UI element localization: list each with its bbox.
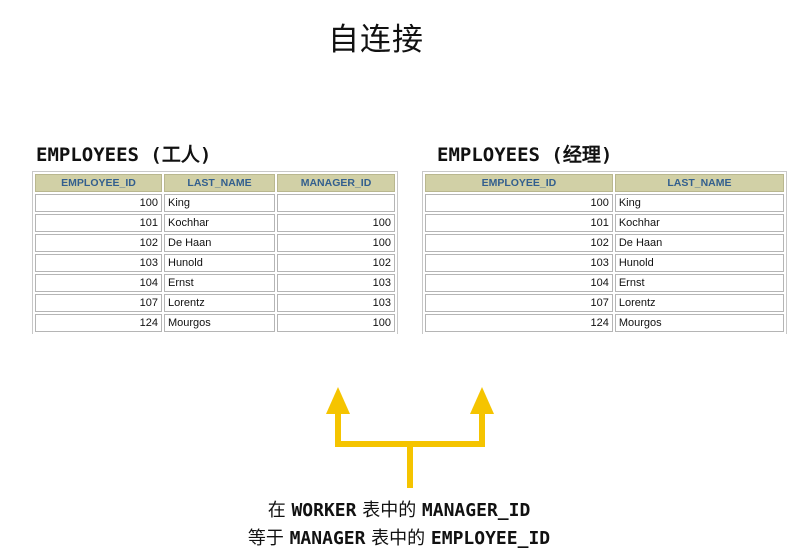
caption-column-name: EMPLOYEE_ID (430, 528, 551, 549)
caption-text: 在 (267, 500, 292, 521)
join-connector-arrows (326, 387, 494, 488)
caption-table-name: MANAGER (289, 528, 366, 549)
right-arrowhead-icon (470, 387, 494, 414)
caption-text: 表中的 (365, 528, 431, 549)
caption-text: 表中的 (356, 500, 422, 521)
caption-line-2: 等于 MANAGER 表中的 EMPLOYEE_ID (0, 524, 798, 550)
caption-table-name: WORKER (291, 500, 357, 521)
caption-column-name: MANAGER_ID (421, 500, 531, 521)
left-arrowhead-icon (326, 387, 350, 414)
caption-text: 等于 (247, 528, 290, 549)
caption-line-1: 在 WORKER 表中的 MANAGER_ID (0, 496, 798, 522)
